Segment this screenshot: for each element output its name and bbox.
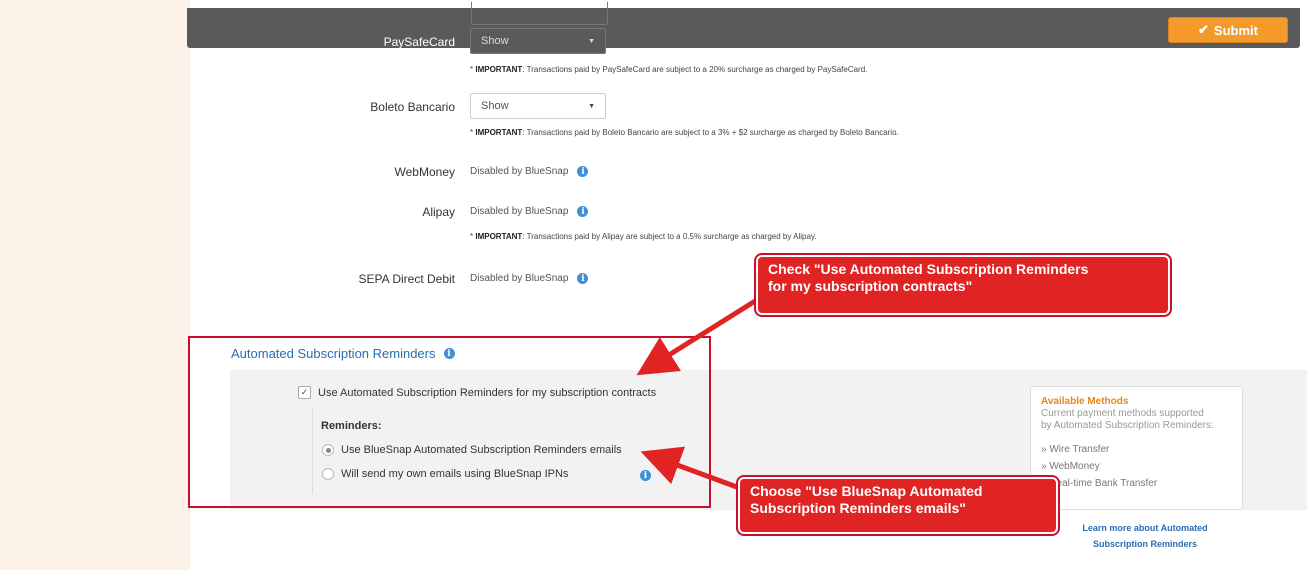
boleto-select[interactable]: Show ▼ — [470, 93, 606, 119]
paysafecard-select[interactable]: Show ▼ — [470, 28, 606, 54]
sepa-status: Disabled by BlueSnap i — [470, 273, 589, 284]
obscured-select — [471, 2, 608, 25]
alipay-label: Alipay — [422, 205, 455, 219]
list-item: » Wire Transfer — [1041, 444, 1110, 455]
methods-title: Available Methods — [1041, 396, 1129, 407]
callout-line: for my subscription contracts" — [768, 278, 973, 294]
webmoney-status: Disabled by BlueSnap i — [470, 166, 589, 177]
sticky-action-bar — [187, 2, 1300, 48]
submit-label: Submit — [1213, 22, 1258, 38]
left-margin — [0, 0, 190, 570]
alipay-status: Disabled by BlueSnap i — [470, 206, 589, 217]
boleto-note: * IMPORTANT: Transactions paid by Boleto… — [470, 128, 899, 137]
learn-more-link[interactable]: Learn more about Automated Subscription … — [1060, 520, 1230, 552]
info-icon[interactable]: i — [577, 206, 589, 217]
status-text: Disabled by BlueSnap — [470, 206, 569, 217]
desc-line: Current payment methods supported — [1041, 408, 1204, 419]
chevron-down-icon: ▼ — [588, 102, 595, 110]
select-value: Show — [481, 100, 509, 112]
checkmark-icon: ✔ — [1198, 22, 1209, 37]
boleto-label: Boleto Bancario — [370, 100, 455, 114]
paysafecard-note: * IMPORTANT: Transactions paid by PaySaf… — [470, 65, 868, 74]
link-line: Learn more about Automated — [1082, 523, 1208, 533]
available-methods-panel: Available Methods Current payment method… — [1030, 386, 1243, 510]
methods-list: » Wire Transfer » WebMoney » Real-time B… — [1041, 441, 1232, 492]
callout-check-reminders: Check "Use Automated Subscription Remind… — [756, 255, 1170, 315]
select-value: Show — [481, 35, 509, 47]
list-item: » Real-time Bank Transfer — [1041, 478, 1158, 489]
callout-choose-emails: Choose "Use BlueSnap Automated Subscript… — [738, 477, 1058, 534]
submit-button[interactable]: ✔ Submit — [1168, 17, 1288, 43]
chevron-down-icon: ▼ — [588, 37, 595, 45]
webmoney-label: WebMoney — [394, 165, 455, 179]
highlight-frame — [188, 336, 711, 508]
alipay-note: * IMPORTANT: Transactions paid by Alipay… — [470, 232, 817, 241]
status-text: Disabled by BlueSnap — [470, 166, 569, 177]
sepa-label: SEPA Direct Debit — [358, 272, 455, 286]
desc-line: by Automated Subscription Reminders: — [1041, 420, 1214, 431]
info-icon[interactable]: i — [577, 166, 589, 177]
callout-line: Subscription Reminders emails" — [750, 500, 966, 516]
callout-line: Choose "Use BlueSnap Automated — [750, 483, 983, 499]
methods-description: Current payment methods supported by Aut… — [1041, 408, 1232, 432]
callout-line: Check "Use Automated Subscription Remind… — [768, 261, 1089, 277]
info-icon[interactable]: i — [577, 273, 589, 284]
paysafecard-label: PaySafeCard — [383, 35, 455, 49]
link-line: Subscription Reminders — [1092, 539, 1198, 549]
list-item: » WebMoney — [1041, 461, 1100, 472]
status-text: Disabled by BlueSnap — [470, 273, 569, 284]
